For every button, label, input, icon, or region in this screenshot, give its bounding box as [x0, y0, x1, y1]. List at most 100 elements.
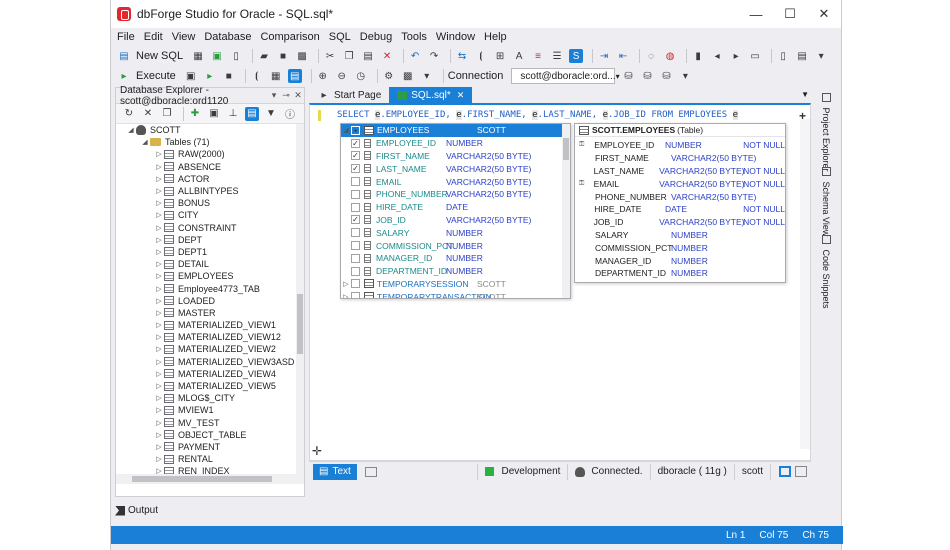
- expand-arrow-icon[interactable]: ▷: [154, 236, 164, 244]
- panel-close-icon[interactable]: ✕: [292, 90, 304, 101]
- expand-arrow-icon[interactable]: ▷: [154, 260, 164, 268]
- delete-connection-icon[interactable]: ✕: [141, 107, 155, 121]
- expand-arrow-icon[interactable]: ▷: [154, 345, 164, 353]
- expand-arrow-icon[interactable]: ▷: [154, 443, 164, 451]
- tree-node-table[interactable]: ▷ MATERIALIZED_VIEW4: [116, 368, 304, 380]
- completion-column-row[interactable]: ✓ FIRST_NAME VARCHAR2(50 BYTE): [341, 150, 570, 163]
- maximize-button[interactable]: ☐: [773, 0, 807, 28]
- code-icon[interactable]: ⊞: [493, 49, 507, 63]
- copy-icon[interactable]: ❐: [342, 49, 356, 63]
- checkbox[interactable]: [351, 253, 360, 263]
- checkbox[interactable]: [351, 279, 360, 289]
- checkbox[interactable]: ✓: [351, 164, 360, 174]
- expand-arrow-icon[interactable]: ▷: [341, 280, 351, 288]
- format-icon[interactable]: ⇆: [455, 49, 469, 63]
- split-horizontal-icon[interactable]: [779, 466, 791, 477]
- history-icon[interactable]: ◷: [354, 69, 368, 83]
- completion-column-row[interactable]: SALARY NUMBER: [341, 226, 570, 239]
- tree-node-table[interactable]: ▷ OBJECT_TABLE: [116, 429, 304, 441]
- add-object-icon[interactable]: ▣: [210, 49, 224, 63]
- bracket-icon[interactable]: ⦗: [474, 49, 488, 63]
- checkbox[interactable]: ✓: [351, 215, 360, 225]
- tree-node-table[interactable]: ▷ ABSENCE: [116, 161, 304, 173]
- menu-view[interactable]: View: [172, 31, 196, 43]
- tabs-dropdown-icon[interactable]: ▼: [801, 90, 809, 99]
- save-icon[interactable]: ■: [276, 49, 290, 63]
- expand-arrow-icon[interactable]: ▷: [154, 285, 164, 293]
- move-icon[interactable]: ✛: [312, 444, 322, 458]
- execute-button[interactable]: Execute: [136, 70, 176, 82]
- tree-node-table[interactable]: ▷ MATERIALIZED_VIEW12: [116, 331, 304, 343]
- tree-node-table[interactable]: ▷ MATERIALIZED_VIEW1: [116, 319, 304, 331]
- explorer-vertical-scrollbar[interactable]: [296, 124, 304, 484]
- scrollbar-thumb[interactable]: [132, 476, 272, 482]
- print-icon[interactable]: ▤: [795, 49, 809, 63]
- database-icon[interactable]: ⛁: [621, 69, 635, 83]
- expand-arrow-icon[interactable]: ▷: [154, 394, 164, 402]
- checkbox[interactable]: [351, 189, 360, 199]
- tree-node-table[interactable]: ▷ CONSTRAINT: [116, 222, 304, 234]
- completion-column-row[interactable]: EMAIL VARCHAR2(50 BYTE): [341, 175, 570, 188]
- dropdown-arrow-icon[interactable]: ▾: [420, 69, 434, 83]
- sql-line-1[interactable]: SELECT e.EMPLOYEE_ID, e.FIRST_NAME, e.LA…: [337, 110, 739, 120]
- editor-vertical-scrollbar[interactable]: [800, 119, 810, 449]
- expand-arrow-icon[interactable]: ▷: [154, 248, 164, 256]
- expand-arrow-icon[interactable]: ▷: [154, 297, 164, 305]
- menu-window[interactable]: Window: [436, 31, 475, 43]
- tree-node-tables[interactable]: ◢ Tables (71): [116, 136, 304, 148]
- uppercase-icon[interactable]: A: [512, 49, 526, 63]
- expand-arrow-icon[interactable]: ▷: [154, 187, 164, 195]
- save-all-icon[interactable]: ▩: [295, 49, 309, 63]
- schema-icon[interactable]: ⛁: [640, 69, 654, 83]
- grid-view-icon[interactable]: [364, 466, 377, 477]
- tree-node-table[interactable]: ▷ MATERIALIZED_VIEW5: [116, 380, 304, 392]
- completion-table-row[interactable]: ◢ ▪ EMPLOYEES SCOTT: [341, 124, 570, 137]
- expand-arrow-icon[interactable]: ▷: [154, 211, 164, 219]
- expand-arrow-icon[interactable]: ▷: [154, 431, 164, 439]
- tree-node-table[interactable]: ▷ PAYMENT: [116, 441, 304, 453]
- tree-node-table[interactable]: ▷ MLOG$_CITY: [116, 392, 304, 404]
- completion-column-row[interactable]: MANAGER_ID NUMBER: [341, 252, 570, 265]
- disconnect-icon[interactable]: ⊥: [226, 107, 240, 121]
- comment-icon[interactable]: ◌: [644, 49, 658, 63]
- tree-node-table[interactable]: ▷ Employee4773_TAB: [116, 282, 304, 294]
- expand-arrow-icon[interactable]: ▷: [154, 163, 164, 171]
- tree-node-table[interactable]: ▷ MATERIALIZED_VIEW3ASD: [116, 356, 304, 368]
- sql-icon[interactable]: S: [569, 49, 584, 63]
- checkbox[interactable]: [351, 266, 360, 276]
- menu-file[interactable]: File: [117, 31, 135, 43]
- tree-node-table[interactable]: ▷ BONUS: [116, 197, 304, 209]
- scrollbar-thumb[interactable]: [297, 294, 303, 354]
- minimize-button[interactable]: —: [739, 0, 773, 28]
- expand-arrow-icon[interactable]: ▷: [154, 358, 164, 366]
- new-document-icon[interactable]: ▯: [229, 49, 243, 63]
- completion-scrollbar[interactable]: [562, 124, 570, 298]
- block-icon[interactable]: ☰: [550, 49, 564, 63]
- completion-column-row[interactable]: ✓ JOB_ID VARCHAR2(50 BYTE): [341, 214, 570, 227]
- completion-column-row[interactable]: ✓ LAST_NAME VARCHAR2(50 BYTE): [341, 162, 570, 175]
- expand-arrow-icon[interactable]: ▷: [154, 309, 164, 317]
- split-vertical-icon[interactable]: [795, 466, 807, 477]
- checkbox[interactable]: ✓: [351, 151, 360, 161]
- refresh-connection-icon[interactable]: ⛁: [659, 69, 673, 83]
- expand-arrow-icon[interactable]: ▷: [154, 370, 164, 378]
- redo-icon[interactable]: ↷: [427, 49, 441, 63]
- execute-to-cursor-icon[interactable]: ▣: [184, 69, 198, 83]
- expand-arrow-icon[interactable]: ▷: [154, 419, 164, 427]
- panel-menu-icon[interactable]: ▾: [268, 90, 280, 101]
- paste-icon[interactable]: ▤: [361, 49, 375, 63]
- checkbox[interactable]: [351, 241, 360, 251]
- menu-comparison[interactable]: Comparison: [260, 31, 319, 43]
- sql-editor[interactable]: SELECT e.EMPLOYEE_ID, e.FIRST_NAME, e.LA…: [309, 103, 811, 461]
- next-bookmark-icon[interactable]: ▸: [729, 49, 743, 63]
- tree-node-table[interactable]: ▷ MVIEW1: [116, 404, 304, 416]
- prev-bookmark-icon[interactable]: ◂: [710, 49, 724, 63]
- tab-start-page[interactable]: ▸ Start Page: [309, 87, 389, 103]
- undo-icon[interactable]: ↶: [408, 49, 422, 63]
- expand-arrow-icon[interactable]: ▷: [154, 321, 164, 329]
- open-file-icon[interactable]: ▰: [257, 49, 271, 63]
- expand-arrow-icon[interactable]: ◢: [140, 138, 150, 146]
- side-tab-schema-view[interactable]: Schema View: [821, 167, 831, 236]
- tree-node-table[interactable]: ▷ RENTAL: [116, 453, 304, 465]
- close-button[interactable]: ✕: [807, 0, 841, 28]
